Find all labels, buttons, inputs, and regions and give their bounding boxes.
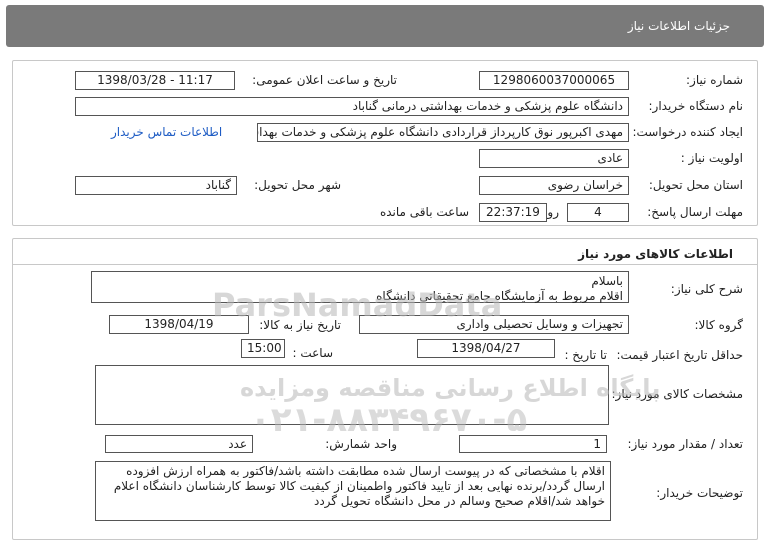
city-field: گناباد [75, 176, 237, 195]
remaining-time-field: 22:37:19 [479, 203, 547, 222]
summary-label: شرح کلی نیاز: [670, 282, 743, 296]
deadline-label: مهلت ارسال پاسخ: [647, 205, 743, 219]
priority-field: عادی [479, 149, 629, 168]
specs-label: مشخصات کالای مورد نیاز: [611, 387, 743, 401]
need-date-label: تاریخ نیاز به کالا: [259, 318, 341, 332]
days-field: 4 [567, 203, 629, 222]
goods-group-field: تجهیزات و وسایل تحصیلی واداری [359, 315, 629, 334]
buyer-contact-link[interactable]: اطلاعات تماس خریدار [111, 125, 222, 139]
summary-line-1: باسلام [591, 274, 623, 288]
quantity-field: 1 [459, 435, 607, 453]
notes-line-1: اقلام با مشخصاتی که در پیوست ارسال شده م… [126, 464, 605, 478]
price-validity-label: حداقل تاریخ اعتبار قیمت: [616, 348, 743, 362]
summary-field: باسلام اقلام مربوط به آزمایشگاه جامع تحق… [91, 271, 629, 303]
unit-label: واحد شمارش: [325, 437, 397, 451]
buyer-notes-field: اقلام با مشخصاتی که در پیوست ارسال شده م… [95, 461, 611, 521]
need-number-field: 1298060037000065 [479, 71, 629, 90]
requester-label: ایجاد کننده درخواست: [632, 125, 743, 139]
section-divider [13, 264, 757, 265]
hour-label: ساعت : [292, 346, 333, 360]
province-field: خراسان رضوی [479, 176, 629, 195]
buyer-org-label: نام دستگاه خریدار: [648, 99, 744, 113]
notes-line-3: خواهد شد/اقلام صحیح وسالم در محل دانشگاه… [313, 494, 605, 508]
goods-info-panel: اطلاعات کالاهای مورد نیاز شرح کلی نیاز: … [12, 238, 758, 540]
need-number-label: شماره نیاز: [686, 73, 743, 87]
summary-line-2: اقلام مربوط به آزمایشگاه جامع تحقیقاتی د… [376, 289, 623, 303]
remaining-time-label: ساعت باقی مانده [379, 205, 469, 219]
goods-section-title: اطلاعات کالاهای مورد نیاز [578, 247, 733, 261]
quantity-value: 1 [593, 437, 601, 451]
hour-field: 15:00 [241, 339, 285, 358]
need-date-field: 1398/04/19 [109, 315, 249, 334]
window-title: جزئیات اطلاعات نیاز [627, 19, 730, 33]
priority-label: اولویت نیاز : [680, 151, 743, 165]
goods-group-label: گروه کالا: [694, 318, 744, 332]
province-label: استان محل تحویل: [648, 178, 743, 192]
buyer-org-field: دانشگاه علوم پزشکی و خدمات بهداشتی درمان… [75, 97, 629, 116]
notes-line-2: ارسال گردد/برنده نهایی بعد از تایید فاکت… [113, 479, 605, 493]
need-info-panel: شماره نیاز: 1298060037000065 تاریخ و ساع… [12, 60, 758, 226]
quantity-label: تعداد / مقدار مورد نیاز: [627, 437, 743, 451]
specs-field [95, 365, 609, 425]
announce-datetime-field: 1398/03/28 - 11:17 [75, 71, 235, 90]
announce-datetime-label: تاریخ و ساعت اعلان عمومی: [252, 73, 397, 87]
unit-field: عدد [105, 435, 253, 453]
until-date-label: تا تاریخ : [564, 348, 607, 362]
city-label: شهر محل تحویل: [254, 178, 341, 192]
buyer-notes-label: توضیحات خریدار: [656, 486, 743, 500]
requester-field: مهدی اکبرپور نوق کارپرداز قراردادی دانشگ… [257, 123, 629, 142]
window-title-bar: جزئیات اطلاعات نیاز [6, 5, 764, 47]
unit-value: عدد [228, 437, 247, 451]
until-date-field: 1398/04/27 [417, 339, 555, 358]
